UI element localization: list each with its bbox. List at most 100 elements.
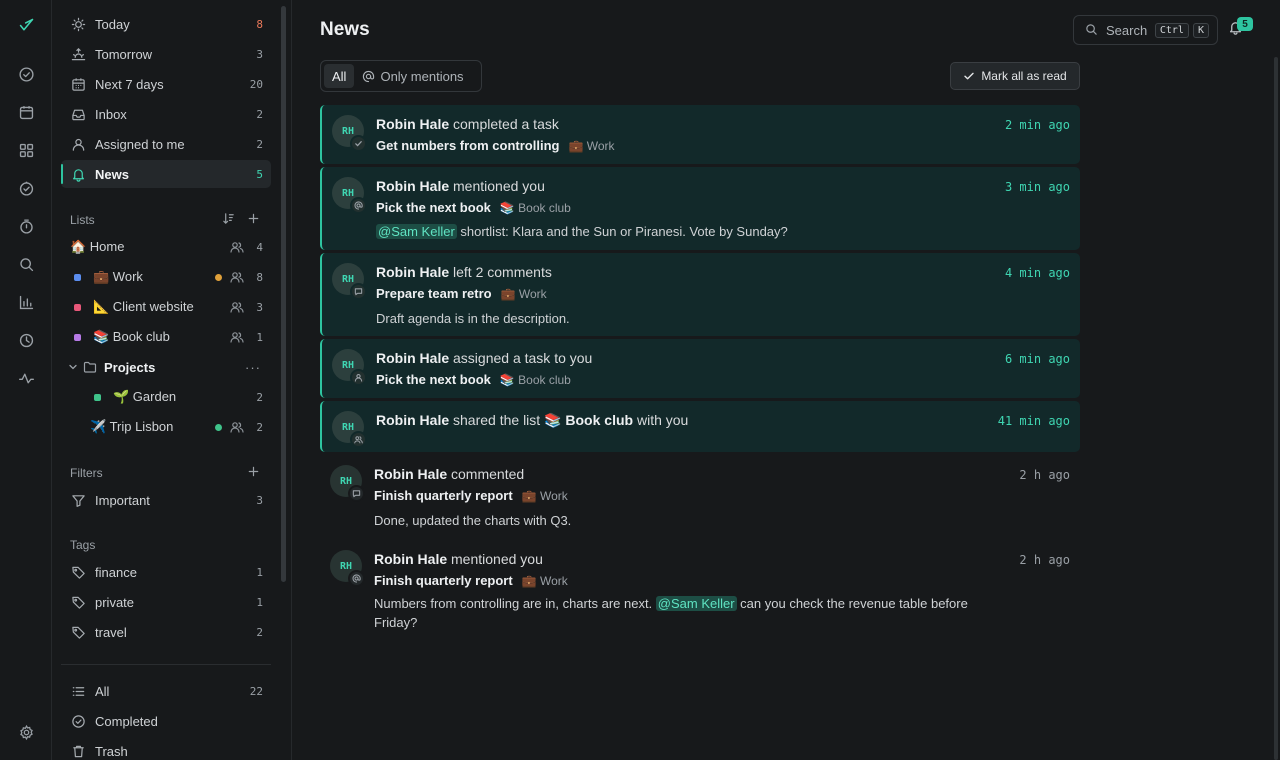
filter-all-button[interactable]: All [324,64,355,88]
shared-list-name[interactable]: 📚 Book club [544,412,633,428]
news-item[interactable]: RH Robin Hale left 2 comments 4 min ago … [320,253,1080,336]
tag-travel[interactable]: travel 2 [61,618,271,646]
timer-icon[interactable] [14,214,38,238]
news-headline: Robin Hale left 2 comments [376,264,552,280]
nav-assigned-to-me[interactable]: Assigned to me 2 [61,130,271,158]
actor-name[interactable]: Robin Hale [376,350,449,366]
icon-rail [0,0,52,760]
chevron-down-icon[interactable] [68,362,78,372]
sidebar-scrollbar[interactable] [281,6,286,582]
tasks-icon[interactable] [14,62,38,86]
list-item-client-website[interactable]: 📐 Client website 3 [61,293,271,321]
actor-name[interactable]: Robin Hale [374,466,447,482]
tag-finance[interactable]: finance 1 [61,558,271,586]
news-comment: Draft agenda is in the description. [376,311,570,326]
list-color-square [94,393,101,401]
news-time: 2 h ago [1019,468,1070,482]
search-button[interactable]: Search Ctrl K [1073,15,1218,45]
check-icon [350,135,367,152]
nav-label: Tomorrow [95,46,153,62]
check-circle-icon [70,713,86,729]
tag-label: travel [95,624,127,640]
mention-chip[interactable]: @Sam Keller [376,224,457,239]
notification-count-badge: 5 [1237,17,1253,31]
nav-completed[interactable]: Completed [61,707,271,735]
news-comment: Numbers from controlling are in, charts … [374,594,1014,632]
user-icon [350,369,367,386]
mention-chip[interactable]: @Sam Keller [655,596,737,611]
folder-projects[interactable]: Projects ··· [61,353,271,381]
nav-today[interactable]: Today 8 [61,10,271,38]
nav-count: 2 [256,137,263,151]
list-item-work[interactable]: 💼 Work 8 [61,263,271,291]
news-action: mentioned you [451,551,543,567]
active-indicator [61,164,63,184]
list-item-trip-lisbon[interactable]: ✈️ Trip Lisbon 2 [61,413,271,441]
news-task-line: Get numbers from controlling 💼 Work [376,138,615,153]
filter-all-label: All [332,68,347,84]
tag-private[interactable]: private 1 [61,588,271,616]
news-item[interactable]: RH Robin Hale mentioned you 3 min ago Pi… [320,167,1080,250]
news-comment: @Sam Keller shortlist: Klara and the Sun… [376,222,1016,241]
news-item[interactable]: RH Robin Hale commented 2 h ago Finish q… [320,455,1080,538]
nav-inbox[interactable]: Inbox 2 [61,100,271,128]
mark-all-read-button[interactable]: Mark all as read [950,62,1080,90]
news-filter-toggle: All Only mentions [320,60,482,92]
news-task-line: Pick the next book 📚 Book club [376,372,571,387]
nav-label: Next 7 days [95,76,164,92]
list-item-garden[interactable]: 🌱 Garden 2 [61,383,271,411]
stats-icon[interactable] [14,290,38,314]
add-list-icon[interactable] [247,212,261,226]
news-headline: Robin Hale completed a task [376,116,559,132]
list-count: 8 [256,270,263,284]
apps-grid-icon[interactable] [14,138,38,162]
main-scrollbar[interactable] [1274,57,1278,760]
settings-gear-icon[interactable] [14,720,38,744]
search-icon[interactable] [14,252,38,276]
list-count: 2 [256,390,263,404]
sort-icon[interactable] [222,212,236,226]
at-sign-icon [362,70,375,83]
news-action: shared the list [453,412,541,428]
task-link[interactable]: Finish quarterly report [374,488,513,503]
list-item-home[interactable]: 🏠 Home 4 [61,233,271,261]
actor-name[interactable]: Robin Hale [376,178,449,194]
filter-mentions-button[interactable]: Only mentions [354,64,471,88]
filter-mentions-label: Only mentions [380,68,464,84]
actor-name[interactable]: Robin Hale [374,551,447,567]
task-link[interactable]: Finish quarterly report [374,573,513,588]
news-time: 41 min ago [997,414,1070,428]
nav-news[interactable]: News 5 [61,160,271,188]
news-item[interactable]: RH Robin Hale mentioned you 2 h ago Fini… [320,540,1080,640]
task-link[interactable]: Pick the next book [376,200,491,215]
history-icon[interactable] [14,328,38,352]
list-item-book-club[interactable]: 📚 Book club 1 [61,323,271,351]
news-item[interactable]: RH Robin Hale assigned a task to you 6 m… [320,339,1080,398]
news-action: left 2 comments [453,264,552,280]
app-logo-icon[interactable] [14,13,38,37]
news-item[interactable]: RH Robin Hale completed a task 2 min ago… [320,105,1080,164]
nav-next-7-days[interactable]: Next 7 days 20 [61,70,271,98]
filter-important[interactable]: Important 3 [61,486,271,514]
task-link[interactable]: Get numbers from controlling [376,138,559,153]
news-action: assigned a task to you [453,350,593,366]
add-filter-icon[interactable] [247,465,261,479]
actor-name[interactable]: Robin Hale [376,116,449,132]
lists-section-title: Lists [70,213,95,227]
task-link[interactable]: Pick the next book [376,372,491,387]
actor-name[interactable]: Robin Hale [376,412,449,428]
nav-label: Inbox [95,106,127,122]
at-sign-icon [350,197,367,214]
nav-trash[interactable]: Trash [61,737,271,760]
task-link[interactable]: Prepare team retro [376,286,492,301]
status-dot [215,423,222,431]
shared-people-icon [230,300,244,314]
activity-icon[interactable] [14,366,38,390]
more-options-icon[interactable]: ··· [245,360,261,375]
nav-all[interactable]: All 22 [61,677,271,705]
nav-tomorrow[interactable]: Tomorrow 3 [61,40,271,68]
calendar-icon[interactable] [14,100,38,124]
actor-name[interactable]: Robin Hale [376,264,449,280]
done-shield-icon[interactable] [14,176,38,200]
news-item[interactable]: RH Robin Hale shared the list 📚 Book clu… [320,401,1080,452]
